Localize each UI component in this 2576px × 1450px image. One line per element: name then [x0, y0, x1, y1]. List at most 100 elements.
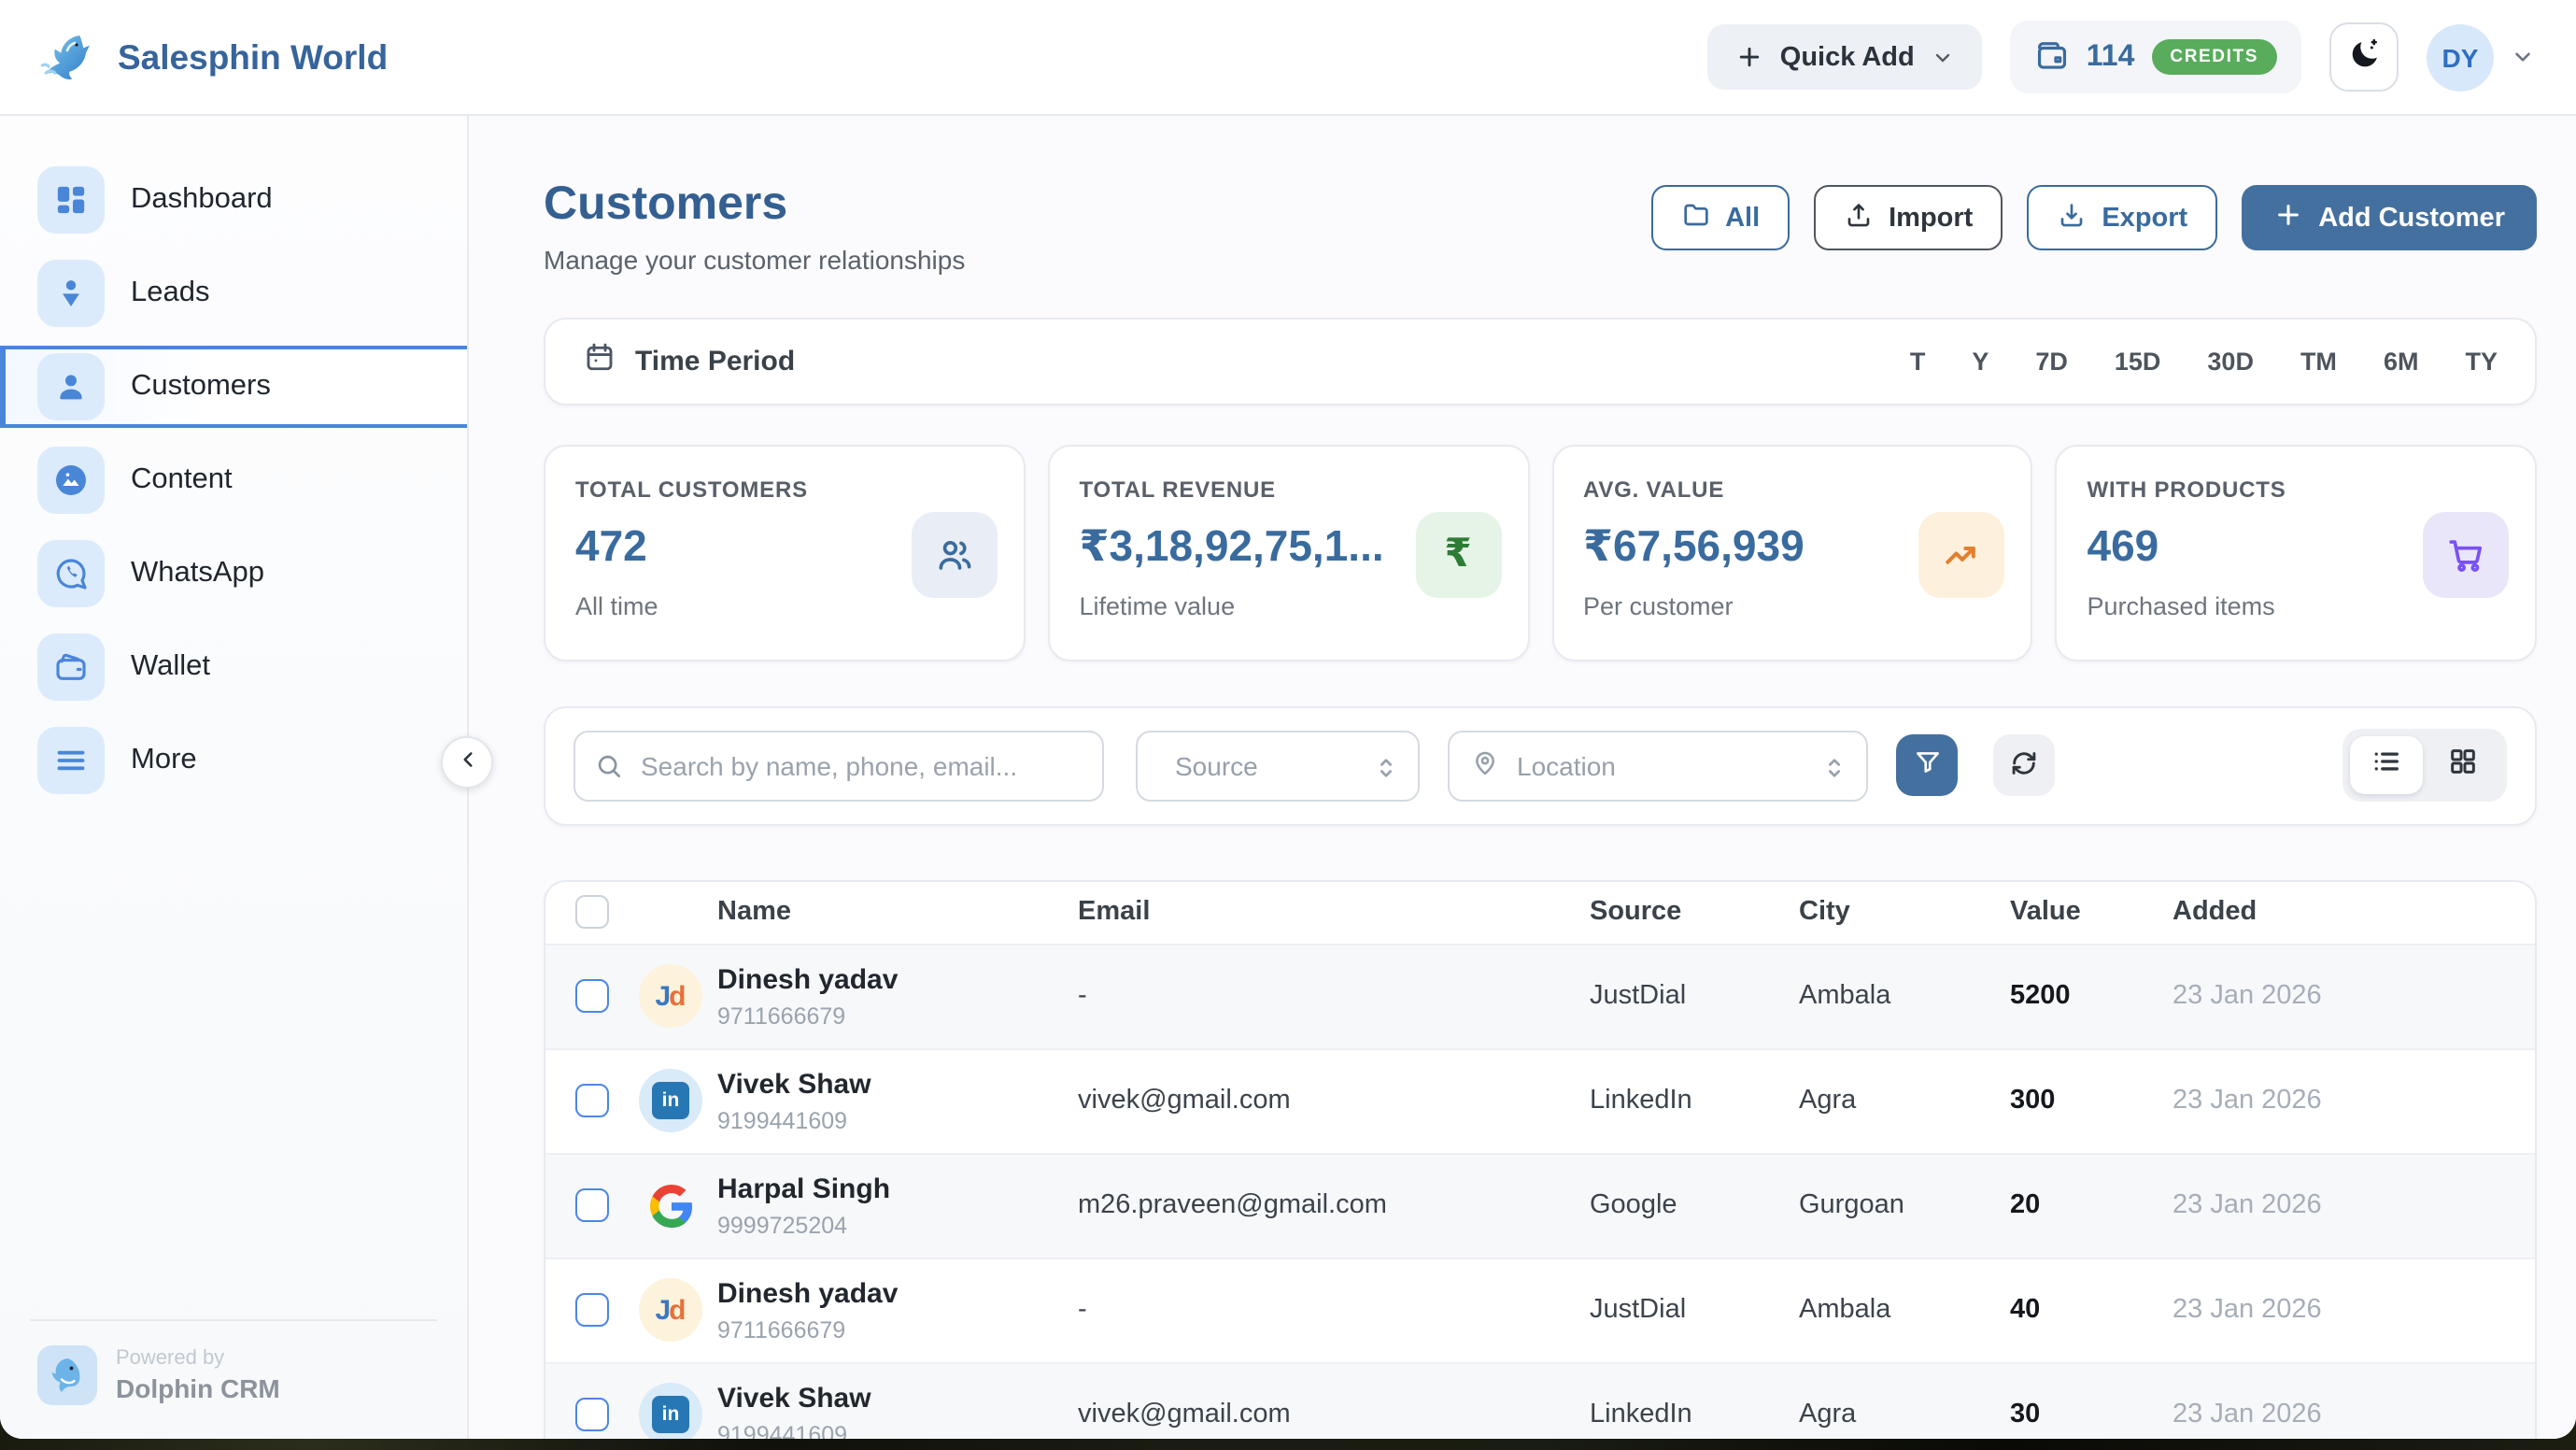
time-option-15d[interactable]: 15D — [2115, 348, 2161, 376]
location-select-value: Location — [1517, 751, 1616, 781]
customer-added-date: 23 Jan 2026 — [2173, 982, 2453, 1012]
row-actions-button[interactable] — [2453, 1389, 2505, 1440]
import-button[interactable]: Import — [1814, 185, 2003, 250]
stat-card-total-revenue: TOTAL REVENUE ₹3,18,92,75,1... Lifetime … — [1048, 445, 1530, 661]
customer-email: vivek@gmail.com — [1078, 1087, 1590, 1116]
dark-mode-toggle[interactable] — [2329, 22, 2399, 92]
customers-icon — [37, 353, 105, 420]
cart-icon — [2423, 512, 2509, 598]
sidebar-item-more[interactable]: More — [0, 719, 467, 802]
customer-city: Ambala — [1799, 1296, 2010, 1326]
sidebar-item-wallet[interactable]: Wallet — [0, 626, 467, 708]
row-checkbox[interactable] — [575, 1399, 609, 1432]
filter-button[interactable] — [1896, 735, 1958, 797]
powered-by-label: Powered by — [116, 1347, 280, 1370]
customer-source: JustDial — [1590, 1296, 1799, 1326]
row-actions-button[interactable] — [2453, 1075, 2505, 1128]
time-option-30d[interactable]: 30D — [2207, 348, 2254, 376]
sidebar-item-customers[interactable]: Customers — [0, 346, 467, 428]
add-customer-button[interactable]: Add Customer — [2242, 185, 2537, 250]
chevron-right-icon — [407, 467, 433, 493]
time-option-7d[interactable]: 7D — [2035, 348, 2068, 376]
customer-email: - — [1078, 982, 1590, 1012]
column-name: Name — [717, 898, 1078, 928]
funnel-icon — [1912, 748, 1942, 784]
table-row[interactable]: in Vivek Shaw 9199441609 vivek@gmail.com… — [545, 1362, 2535, 1440]
avatar[interactable]: DY — [2427, 23, 2494, 91]
row-checkbox[interactable] — [575, 980, 609, 1014]
customers-table: Name Email Source City Value Added Jd Di… — [544, 880, 2537, 1440]
refresh-button[interactable] — [1993, 735, 2055, 797]
quick-add-button[interactable]: Quick Add — [1707, 24, 1982, 90]
search-input[interactable] — [573, 731, 1104, 802]
sidebar-item-dashboard[interactable]: Dashboard — [0, 159, 467, 241]
select-all-checkbox[interactable] — [575, 896, 609, 930]
stat-label: TOTAL CUSTOMERS — [575, 476, 994, 503]
time-period-label: Time Period — [635, 346, 795, 377]
grid-icon — [2447, 746, 2479, 787]
dashboard-icon — [37, 166, 105, 234]
add-customer-label: Add Customer — [2318, 203, 2505, 233]
row-checkbox[interactable] — [575, 1085, 609, 1118]
stat-label: TOTAL REVENUE — [1080, 476, 1498, 503]
time-option-6m[interactable]: 6M — [2384, 348, 2419, 376]
top-bar: Salesphin World Quick Add 114 CREDITS D — [0, 0, 2576, 116]
time-option-t[interactable]: T — [1910, 348, 1926, 376]
more-icon — [37, 727, 105, 794]
customer-source: LinkedIn — [1590, 1087, 1799, 1116]
search-box — [573, 731, 1104, 802]
filter-bar: Source Location — [544, 706, 2537, 826]
table-header-row: Name Email Source City Value Added — [545, 882, 2535, 944]
row-checkbox[interactable] — [575, 1189, 609, 1223]
sidebar-item-leads[interactable]: Leads — [0, 252, 467, 334]
row-actions-button[interactable] — [2453, 1180, 2505, 1232]
rupee-icon: ₹ — [1415, 512, 1501, 598]
customer-city: Agra — [1799, 1400, 2010, 1430]
row-actions-button[interactable] — [2453, 971, 2505, 1023]
customer-added-date: 23 Jan 2026 — [2173, 1296, 2453, 1326]
folder-icon — [1680, 199, 1710, 236]
all-filter-button[interactable]: All — [1650, 185, 1790, 250]
dolphin-logo-icon — [37, 27, 97, 87]
chevron-down-icon — [2511, 45, 2535, 69]
sidebar-item-whatsapp[interactable]: WhatsApp — [0, 533, 467, 615]
grid-view-button[interactable] — [2427, 737, 2499, 795]
table-row[interactable]: Harpal Singh 9999725204 m26.praveen@gmai… — [545, 1153, 2535, 1258]
source-select[interactable]: Source — [1136, 731, 1420, 802]
wallet-card-icon — [2034, 39, 2070, 75]
customer-email: - — [1078, 1296, 1590, 1326]
customer-value: 30 — [2010, 1400, 2173, 1430]
sidebar-collapse-button[interactable] — [441, 736, 493, 789]
user-menu[interactable]: DY — [2427, 23, 2535, 91]
time-option-ty[interactable]: TY — [2465, 348, 2498, 376]
customer-name: Harpal Singh — [717, 1173, 1078, 1205]
row-checkbox[interactable] — [575, 1294, 609, 1328]
location-select[interactable]: Location — [1448, 731, 1868, 802]
list-view-button[interactable] — [2350, 737, 2423, 795]
time-option-y[interactable]: Y — [1972, 348, 1989, 376]
customer-email: m26.praveen@gmail.com — [1078, 1191, 1590, 1221]
customer-source: Google — [1590, 1191, 1799, 1221]
customer-value: 20 — [2010, 1191, 2173, 1221]
stat-label: WITH PRODUCTS — [2088, 476, 2506, 503]
sidebar-item-content[interactable]: Content — [0, 439, 467, 521]
column-value: Value — [2010, 898, 2173, 928]
customer-added-date: 23 Jan 2026 — [2173, 1400, 2453, 1430]
table-row[interactable]: Jd Dinesh yadav 9711666679 - JustDial Am… — [545, 944, 2535, 1048]
export-button[interactable]: Export — [2027, 185, 2217, 250]
view-toggle — [2342, 730, 2507, 803]
stat-card-avg-value: AVG. VALUE ₹67,56,939 Per customer — [1551, 445, 2033, 661]
chevron-right-icon — [407, 747, 433, 774]
column-source: Source — [1590, 898, 1799, 928]
table-row[interactable]: Jd Dinesh yadav 9711666679 - JustDial Am… — [545, 1258, 2535, 1362]
table-body: Jd Dinesh yadav 9711666679 - JustDial Am… — [545, 944, 2535, 1440]
customer-name: Dinesh yadav — [717, 1278, 1078, 1310]
table-row[interactable]: in Vivek Shaw 9199441609 vivek@gmail.com… — [545, 1048, 2535, 1153]
customer-name: Vivek Shaw — [717, 1383, 1078, 1414]
time-option-tm[interactable]: TM — [2300, 348, 2337, 376]
whatsapp-icon — [37, 540, 105, 607]
credits-balance[interactable]: 114 CREDITS — [2010, 21, 2301, 93]
screen: Salesphin World Quick Add 114 CREDITS D — [0, 0, 2576, 1450]
sidebar-nav: Dashboard Leads Customers Content WhatsA… — [0, 159, 467, 802]
row-actions-button[interactable] — [2453, 1285, 2505, 1337]
